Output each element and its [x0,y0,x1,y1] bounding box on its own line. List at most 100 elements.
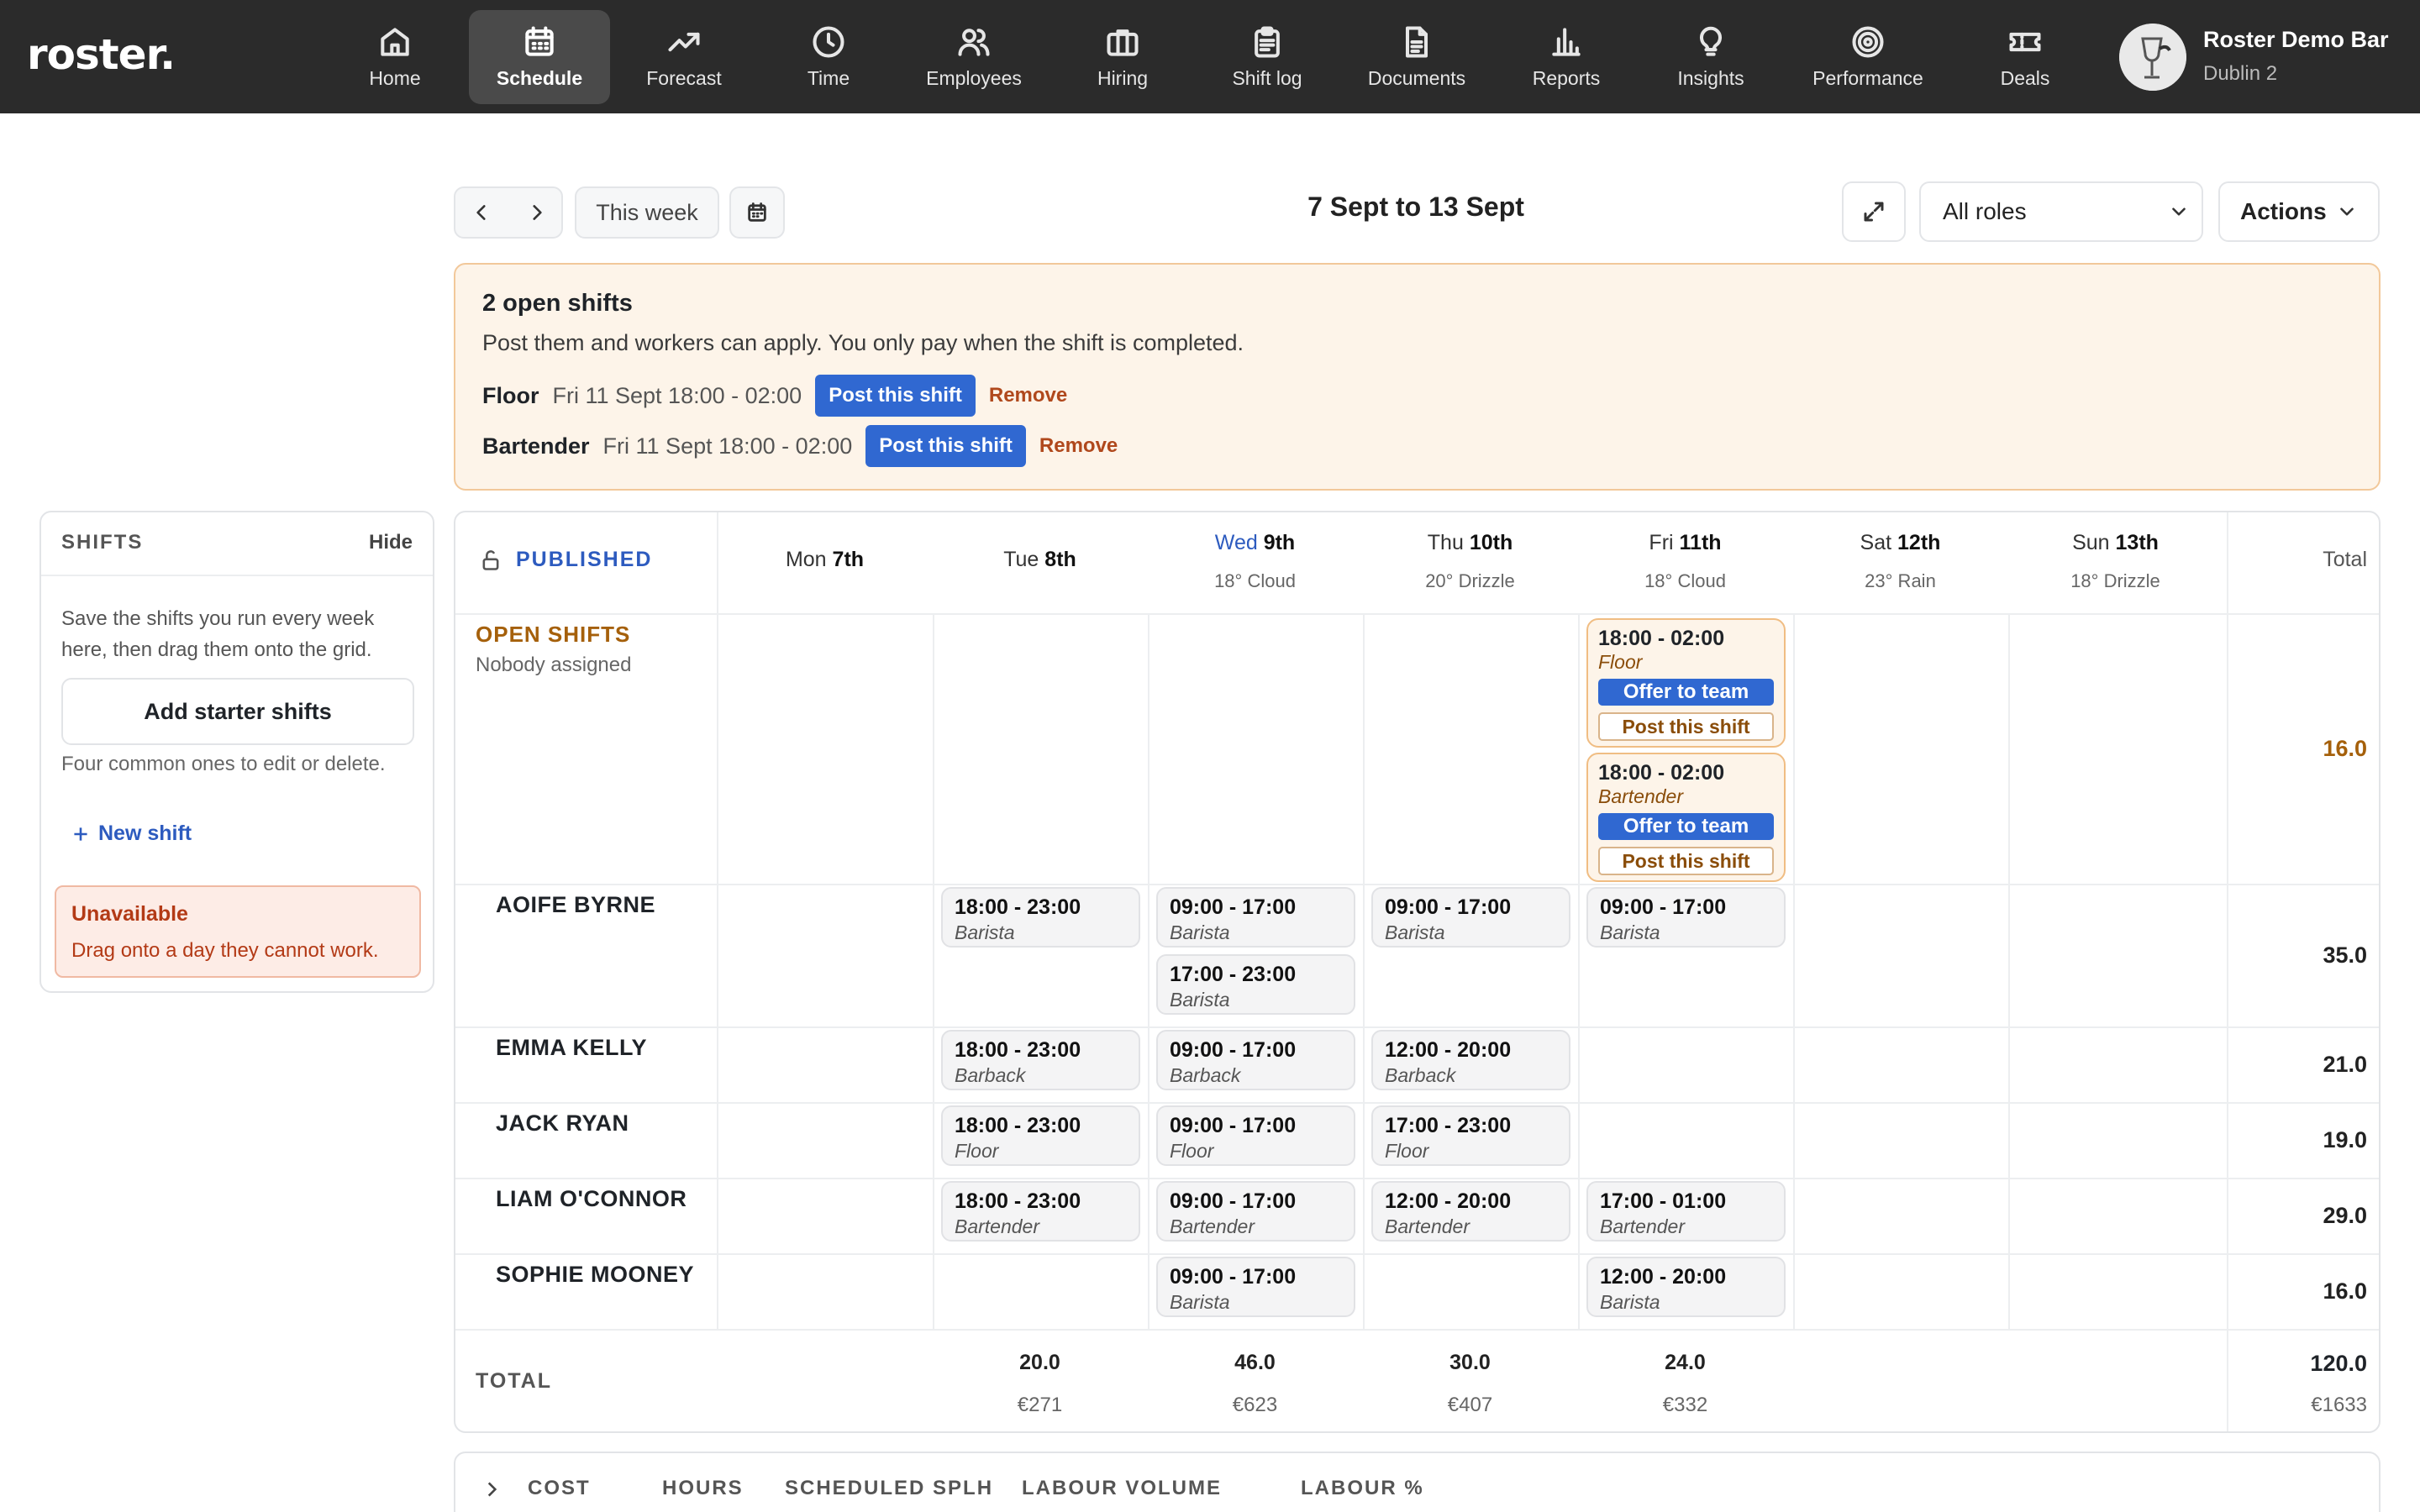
offer-to-team-button[interactable]: Offer to team [1598,679,1774,706]
shift-card[interactable]: 18:00 - 23:00 Floor [941,1105,1140,1166]
shift-card[interactable]: 09:00 - 17:00 Barista [1156,1257,1355,1317]
employee-name[interactable]: LIAM O'CONNOR [496,1186,687,1212]
open-shifts-row-subtitle: Nobody assigned [476,654,632,676]
avatar [2119,24,2186,91]
chevron-right-icon[interactable] [526,202,548,223]
divider [455,1102,2379,1104]
remove-shift-button[interactable]: Remove [989,384,1067,407]
grand-total-hours: 120.0 [2310,1351,2367,1376]
day-total: 20.0 €271 [933,1351,1147,1417]
employee-name[interactable]: SOPHIE MOONEY [496,1262,694,1288]
post-shift-button[interactable]: Post this shift [815,375,976,417]
actions-menu-button[interactable]: Actions [2218,181,2380,242]
open-shift-row: Floor Fri 11 Sept 18:00 - 02:00 Post thi… [482,374,1067,417]
day-header-wed: Wed 9th 18° Cloud [1148,531,1362,592]
shift-role: Barista [955,921,1015,943]
open-shift-time: Fri 11 Sept 18:00 - 02:00 [552,382,802,408]
shift-card[interactable]: 17:00 - 23:00 Barista [1156,954,1355,1015]
expand-button[interactable] [1842,181,1906,242]
day-total-hours: 30.0 [1449,1351,1491,1374]
unavailable-tile[interactable]: Unavailable Drag onto a day they cannot … [55,885,421,978]
row-total: 19.0 [2323,1127,2367,1152]
offer-to-team-button[interactable]: Offer to team [1598,813,1774,840]
day-total: 24.0 €332 [1578,1351,1792,1417]
employee-name[interactable]: AOIFE BYRNE [496,892,655,918]
shift-card[interactable]: 18:00 - 23:00 Barback [941,1030,1140,1090]
account-menu[interactable]: Roster Demo Bar Dublin 2 [2119,22,2405,92]
add-starter-shifts-button[interactable]: Add starter shifts [61,678,414,745]
remove-shift-button[interactable]: Remove [1039,434,1118,458]
hide-panel-button[interactable]: Hide [369,531,413,554]
nav-home[interactable]: Home [324,10,466,104]
open-shift-card[interactable]: 18:00 - 02:00 Bartender Offer to team Po… [1586,753,1786,882]
shift-card[interactable]: 09:00 - 17:00 Barista [1156,887,1355,948]
briefcase-icon [1107,29,1139,56]
chevron-left-icon[interactable] [471,202,492,223]
nav-schedule[interactable]: Schedule [469,10,610,104]
nav-shift-log[interactable]: Shift log [1197,10,1338,104]
shift-card[interactable]: 09:00 - 17:00 Barista [1371,887,1570,948]
open-shift-time: Fri 11 Sept 18:00 - 02:00 [602,433,853,459]
shift-time: 17:00 - 01:00 [1600,1189,1727,1213]
day-name: Tue [1003,548,1039,571]
day-date: 12th [1897,531,1941,554]
account-name: Roster Demo Bar [2203,27,2389,52]
nav-label: Performance [1812,67,1923,89]
unlock-icon [482,549,499,570]
shift-card[interactable]: 09:00 - 17:00 Bartender [1156,1181,1355,1242]
day-name: Mon [785,548,827,571]
shift-card[interactable]: 17:00 - 23:00 Floor [1371,1105,1570,1166]
calendar-icon [748,202,766,222]
shift-card[interactable]: 09:00 - 17:00 Barista [1586,887,1786,948]
shift-card[interactable]: 12:00 - 20:00 Barista [1586,1257,1786,1317]
row-total: 16.0 [2323,736,2367,761]
post-shift-button[interactable]: Post this shift [1598,847,1774,875]
published-status[interactable]: PUBLISHED [479,548,652,572]
users-icon [958,29,990,56]
grand-total-cost: €1633 [2311,1394,2367,1416]
nav-performance[interactable]: Performance [1797,10,1939,104]
post-shift-button[interactable]: Post this shift [865,425,1026,467]
divider [933,613,934,1329]
shift-role: Floor [1598,651,1643,673]
nav-time[interactable]: Time [758,10,899,104]
nav-label: Shift log [1232,67,1302,89]
new-shift-button[interactable]: New shift [70,822,192,846]
shift-card[interactable]: 18:00 - 23:00 Bartender [941,1181,1140,1242]
nav-documents[interactable]: Documents [1346,10,1487,104]
day-name: Fri [1649,531,1674,554]
date-picker-button[interactable] [729,186,785,239]
nav-reports[interactable]: Reports [1496,10,1637,104]
roster-logo[interactable]: roster. [27,30,176,79]
shift-role: Floor [1385,1140,1429,1162]
day-weather: 23° Rain [1865,570,1936,591]
day-total-hours: 46.0 [1234,1351,1276,1374]
shift-card[interactable]: 18:00 - 23:00 Barista [941,887,1140,948]
shift-time: 09:00 - 17:00 [1600,895,1727,919]
shift-card[interactable]: 12:00 - 20:00 Bartender [1371,1181,1570,1242]
shift-card[interactable]: 12:00 - 20:00 Barback [1371,1030,1570,1090]
chevron-right-icon[interactable] [481,1478,502,1500]
shift-time: 18:00 - 02:00 [1598,761,1725,785]
nav-deals[interactable]: Deals [1954,10,2096,104]
shift-card[interactable]: 09:00 - 17:00 Barback [1156,1030,1355,1090]
new-shift-label: New shift [98,822,192,845]
employee-name[interactable]: JACK RYAN [496,1110,629,1137]
this-week-button[interactable]: This week [575,186,719,239]
nav-hiring[interactable]: Hiring [1052,10,1193,104]
post-shift-button[interactable]: Post this shift [1598,712,1774,741]
open-shift-card[interactable]: 18:00 - 02:00 Floor Offer to team Post t… [1586,618,1786,748]
shift-role: Floor [1170,1140,1214,1162]
nav-insights[interactable]: Insights [1640,10,1781,104]
metrics-bar[interactable]: COST HOURS SCHEDULED SPLH LABOUR VOLUME … [454,1452,2381,1512]
nav-employees[interactable]: Employees [903,10,1044,104]
banner-title: 2 open shifts [482,290,633,317]
role-filter-select[interactable]: All roles [1919,181,2203,242]
nav-forecast[interactable]: Forecast [613,10,755,104]
shift-role: Barista [1170,1291,1230,1313]
day-header-mon: Mon 7th [718,548,932,572]
employee-name[interactable]: EMMA KELLY [496,1035,647,1061]
shift-card[interactable]: 17:00 - 01:00 Bartender [1586,1181,1786,1242]
day-total-cost: €407 [1447,1394,1493,1416]
shift-card[interactable]: 09:00 - 17:00 Floor [1156,1105,1355,1166]
